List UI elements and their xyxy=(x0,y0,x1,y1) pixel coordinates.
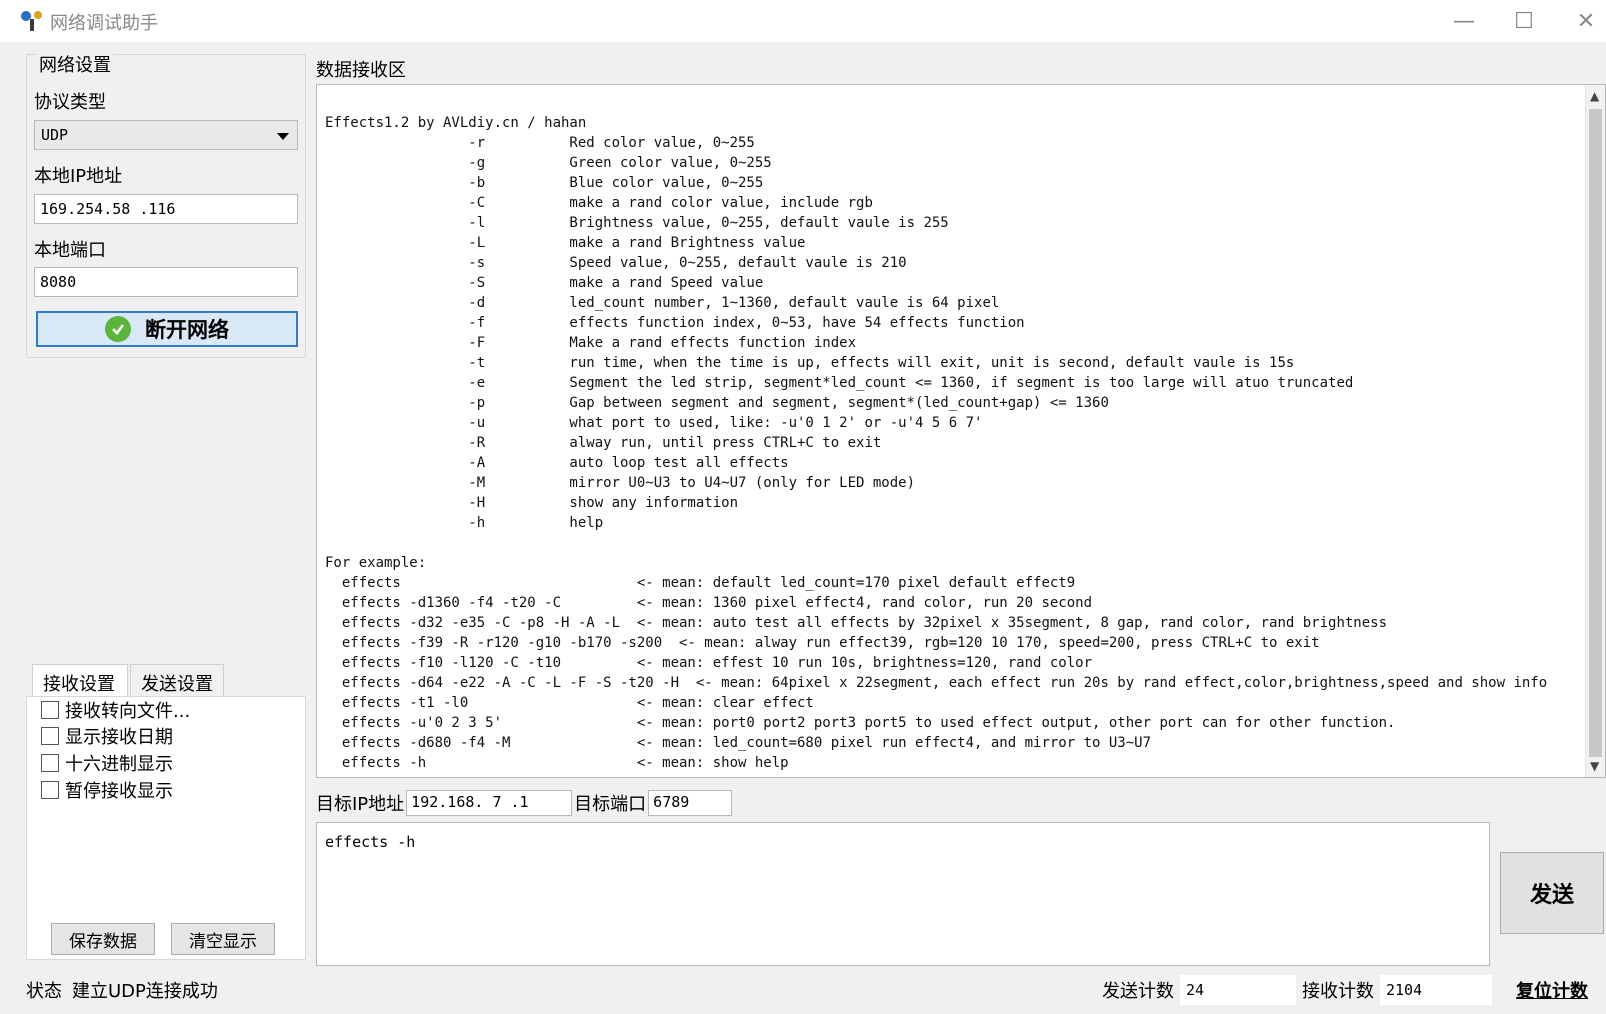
scroll-thumb[interactable] xyxy=(1589,109,1602,757)
target-row: 目标IP地址 192.168. 7 .1 目标端口 6789 xyxy=(316,790,733,816)
send-button[interactable]: 发送 xyxy=(1500,852,1604,934)
reset-count-group: 复位计数 xyxy=(1516,976,1588,1004)
status-bar: 状态 建立UDP连接成功 xyxy=(26,976,218,1004)
scroll-up-icon[interactable]: ▲ xyxy=(1590,89,1599,103)
receive-area-label: 数据接收区 xyxy=(316,60,406,81)
scroll-down-icon[interactable]: ▼ xyxy=(1590,759,1599,773)
show-date-label: 显示接收日期 xyxy=(65,727,173,748)
title-bar: 网络调试助手 — ☐ ✕ xyxy=(0,0,1606,42)
local-port-label: 本地端口 xyxy=(34,240,106,261)
recv-count-label: 接收计数 xyxy=(1302,981,1374,1002)
close-button[interactable]: ✕ xyxy=(1566,6,1606,36)
receive-area[interactable]: Effects1.2 by AVLdiy.cn / hahan -r Red c… xyxy=(316,84,1606,778)
disconnect-button[interactable]: 断开网络 xyxy=(36,311,298,347)
option-pause-display[interactable]: 暂停接收显示 xyxy=(41,777,173,803)
recv-count-value: 2104 xyxy=(1380,975,1492,1005)
send-input[interactable]: effects -h xyxy=(316,822,1490,966)
target-ip-label: 目标IP地址 xyxy=(316,794,405,815)
tab-receive-settings[interactable]: 接收设置 xyxy=(32,664,128,696)
receive-text: Effects1.2 by AVLdiy.cn / hahan -r Red c… xyxy=(325,115,1548,771)
send-count-label: 发送计数 xyxy=(1102,981,1174,1002)
check-icon xyxy=(105,316,131,342)
maximize-button[interactable]: ☐ xyxy=(1504,6,1544,36)
target-ip-input[interactable]: 192.168. 7 .1 xyxy=(406,790,573,816)
receive-settings-panel: 接收转向文件... 显示接收日期 十六进制显示 暂停接收显示 保存数据 清空显示 xyxy=(26,696,306,960)
clear-display-button[interactable]: 清空显示 xyxy=(171,923,275,955)
status-message: 建立UDP连接成功 xyxy=(72,981,218,1002)
app-window: 网络调试助手 — ☐ ✕ 网络设置 协议类型 UDP 本地IP地址 169.25… xyxy=(0,0,1606,1014)
protocol-label: 协议类型 xyxy=(34,92,106,113)
send-count-value: 24 xyxy=(1180,975,1296,1005)
show-date-checkbox[interactable] xyxy=(41,727,59,745)
local-port-input[interactable]: 8080 xyxy=(34,267,298,297)
send-count-group: 发送计数 24 xyxy=(1102,975,1296,1005)
option-redirect-file[interactable]: 接收转向文件... xyxy=(41,697,190,723)
status-label: 状态 xyxy=(26,981,62,1002)
minimize-button[interactable]: — xyxy=(1444,6,1484,36)
protocol-value: UDP xyxy=(41,126,69,144)
recv-count-group: 接收计数 2104 xyxy=(1302,975,1492,1005)
disconnect-button-label: 断开网络 xyxy=(145,318,229,342)
tab-send-settings[interactable]: 发送设置 xyxy=(130,664,224,696)
target-port-label: 目标端口 xyxy=(574,794,647,815)
pause-display-label: 暂停接收显示 xyxy=(65,781,173,802)
reset-count-button[interactable]: 复位计数 xyxy=(1516,977,1588,1003)
chevron-down-icon xyxy=(277,133,289,140)
option-show-date[interactable]: 显示接收日期 xyxy=(41,723,173,749)
target-port-input[interactable]: 6789 xyxy=(648,790,733,816)
save-data-button[interactable]: 保存数据 xyxy=(51,923,155,955)
hex-display-checkbox[interactable] xyxy=(41,754,59,772)
network-settings-legend: 网络设置 xyxy=(37,51,113,77)
redirect-file-label: 接收转向文件... xyxy=(65,701,191,722)
hex-display-label: 十六进制显示 xyxy=(65,754,173,775)
local-ip-label: 本地IP地址 xyxy=(34,166,123,187)
local-ip-input[interactable]: 169.254.58 .116 xyxy=(34,194,298,224)
protocol-select[interactable]: UDP xyxy=(34,120,298,150)
window-title: 网络调试助手 xyxy=(50,13,158,34)
option-hex-display[interactable]: 十六进制显示 xyxy=(41,750,173,776)
redirect-file-checkbox[interactable] xyxy=(41,701,59,719)
pause-display-checkbox[interactable] xyxy=(41,781,59,799)
app-logo-icon xyxy=(21,11,42,31)
receive-scrollbar[interactable]: ▲ ▼ xyxy=(1585,85,1605,777)
